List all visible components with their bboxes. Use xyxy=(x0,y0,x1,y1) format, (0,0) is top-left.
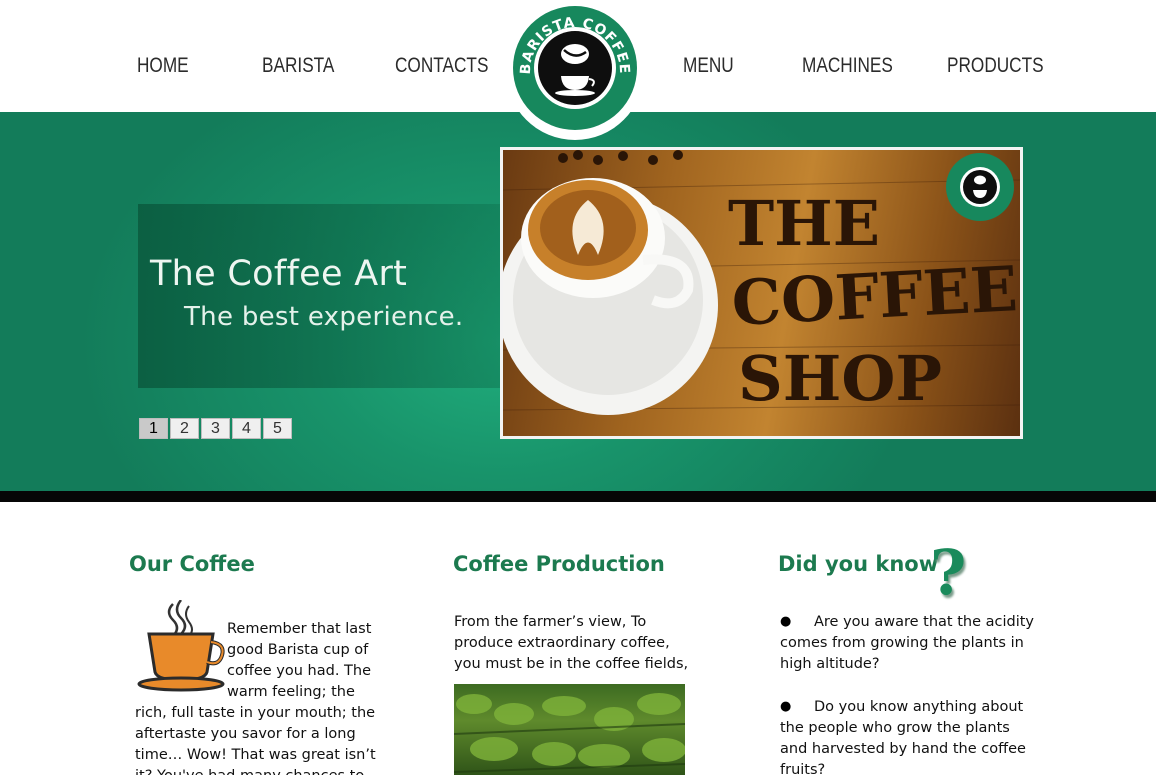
hero-coffee-photo: THE COFFEE SHOP xyxy=(500,147,1023,439)
question-mark-icon: ? xyxy=(930,536,967,609)
did-you-know-item-2: Do you know anything about the people wh… xyxy=(780,699,1026,775)
barista-coffee-logo[interactable]: BARISTA COFFEE xyxy=(506,2,644,140)
our-coffee-title: Our Coffee xyxy=(129,552,255,576)
hero-title: The Coffee Art xyxy=(150,254,408,294)
did-you-know-item-1: Are you aware that the acidity comes fro… xyxy=(780,614,1034,672)
nav-home[interactable]: HOME xyxy=(137,54,189,78)
photo-text-the: THE xyxy=(728,187,880,260)
slide-pager: 1 2 3 4 5 xyxy=(139,418,292,439)
our-coffee-text: rich, full taste in your mouth; the afte… xyxy=(135,705,376,775)
coffee-production-text: From the farmer’s view, To produce extra… xyxy=(454,614,689,672)
nav-products[interactable]: PRODUCTS xyxy=(947,54,1044,78)
hero-subtitle: The best experience. xyxy=(184,302,464,332)
our-coffee-text-wrapped: Remember that last good Barista cup of c… xyxy=(227,621,372,700)
coffee-production-title: Coffee Production xyxy=(453,552,665,576)
pager-button-3[interactable]: 3 xyxy=(201,418,230,439)
pager-button-2[interactable]: 2 xyxy=(170,418,199,439)
coffee-bean-logo-icon: BARISTA COFFEE xyxy=(513,6,637,130)
coffee-cup-icon xyxy=(135,599,227,696)
svg-text:COFFEE: COFFEE xyxy=(730,252,1019,340)
nav-menu[interactable]: MENU xyxy=(683,54,734,78)
pager-button-1[interactable]: 1 xyxy=(139,418,168,439)
pager-button-4[interactable]: 4 xyxy=(232,418,261,439)
nav-contacts[interactable]: CONTACTS xyxy=(395,54,488,78)
hero-divider xyxy=(0,491,1156,502)
coffee-field-photo xyxy=(454,684,685,775)
hero-caption-panel xyxy=(138,204,504,388)
svg-text:SHOP: SHOP xyxy=(738,342,942,415)
nav-machines[interactable]: MACHINES xyxy=(802,54,893,78)
nav-barista[interactable]: BARISTA xyxy=(262,54,334,78)
did-you-know-title: Did you know xyxy=(778,552,939,576)
pager-button-5[interactable]: 5 xyxy=(263,418,292,439)
